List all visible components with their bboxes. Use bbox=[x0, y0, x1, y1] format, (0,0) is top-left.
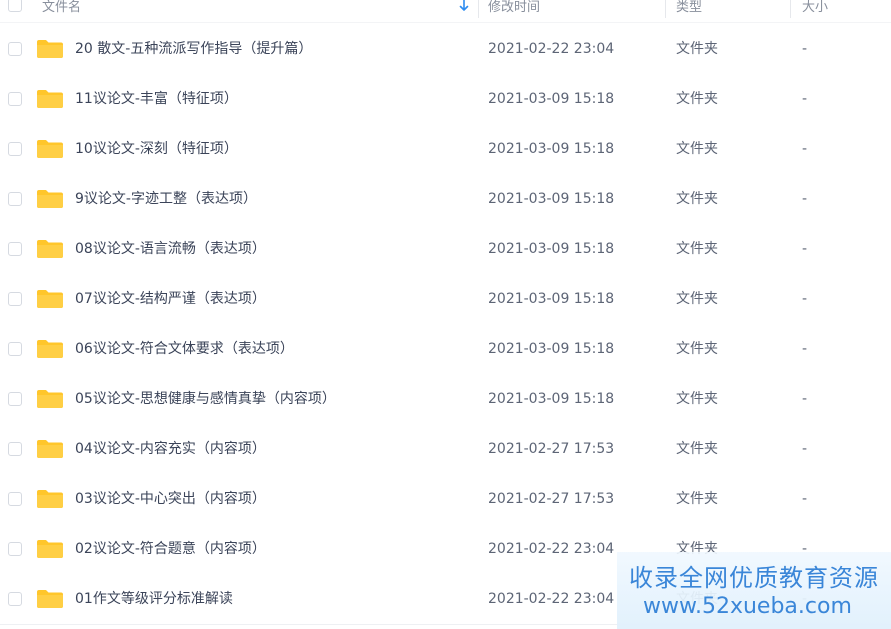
folder-icon bbox=[37, 240, 63, 258]
folder-icon bbox=[37, 140, 63, 158]
file-size: - bbox=[802, 341, 808, 357]
row-checkbox[interactable] bbox=[8, 142, 22, 156]
file-modified-time: 2021-03-09 15:18 bbox=[488, 391, 615, 407]
file-row[interactable]: 20 散文-五种流派写作指导（提升篇） 2021-02-22 23:04 文件夹… bbox=[0, 24, 891, 74]
file-modified-time: 2021-03-09 15:18 bbox=[488, 241, 615, 257]
file-type: 文件夹 bbox=[676, 241, 718, 257]
file-name[interactable]: 11议论文-丰富（特征项） bbox=[75, 74, 238, 124]
row-checkbox[interactable] bbox=[8, 292, 22, 306]
folder-icon bbox=[37, 440, 63, 458]
file-size: - bbox=[802, 441, 808, 457]
file-modified-time: 2021-02-27 17:53 bbox=[488, 441, 615, 457]
file-row[interactable]: 11议论文-丰富（特征项） 2021-03-09 15:18 文件夹 - bbox=[0, 74, 891, 124]
file-type: 文件夹 bbox=[676, 141, 718, 157]
sort-down-arrow-icon[interactable] bbox=[459, 0, 469, 22]
file-row[interactable]: 06议论文-符合文体要求（表达项） 2021-03-09 15:18 文件夹 - bbox=[0, 324, 891, 374]
file-type: 文件夹 bbox=[676, 291, 718, 307]
file-row[interactable]: 9议论文-字迹工整（表达项） 2021-03-09 15:18 文件夹 - bbox=[0, 174, 891, 224]
watermark-overlay: 收录全网优质教育资源 www.52xueba.com bbox=[617, 552, 891, 629]
folder-icon bbox=[37, 40, 63, 58]
file-name[interactable]: 06议论文-符合文体要求（表达项） bbox=[75, 324, 294, 374]
file-modified-time: 2021-03-09 15:18 bbox=[488, 91, 615, 107]
file-modified-time: 2021-02-27 17:53 bbox=[488, 491, 615, 507]
column-header-name[interactable]: 文件名 bbox=[42, 0, 81, 22]
file-row[interactable]: 05议论文-思想健康与感情真挚（内容项） 2021-03-09 15:18 文件… bbox=[0, 374, 891, 424]
file-size: - bbox=[802, 241, 808, 257]
folder-icon bbox=[37, 540, 63, 558]
file-size: - bbox=[802, 91, 808, 107]
row-checkbox[interactable] bbox=[8, 542, 22, 556]
file-name[interactable]: 02议论文-符合题意（内容项） bbox=[75, 524, 266, 574]
file-name[interactable]: 9议论文-字迹工整（表达项） bbox=[75, 174, 257, 224]
file-name[interactable]: 20 散文-五种流派写作指导（提升篇） bbox=[75, 24, 312, 74]
file-row[interactable]: 10议论文-深刻（特征项） 2021-03-09 15:18 文件夹 - bbox=[0, 124, 891, 174]
file-type: 文件夹 bbox=[676, 91, 718, 107]
folder-icon bbox=[37, 190, 63, 208]
file-row[interactable]: 03议论文-中心突出（内容项） 2021-02-27 17:53 文件夹 - bbox=[0, 474, 891, 524]
file-size: - bbox=[802, 391, 808, 407]
column-header-time[interactable]: 修改时间 bbox=[488, 0, 540, 22]
folder-icon bbox=[37, 590, 63, 608]
row-checkbox[interactable] bbox=[8, 592, 22, 606]
file-size: - bbox=[802, 191, 808, 207]
row-checkbox[interactable] bbox=[8, 392, 22, 406]
column-header-size[interactable]: 大小 bbox=[802, 0, 828, 22]
file-type: 文件夹 bbox=[676, 441, 718, 457]
file-size: - bbox=[802, 491, 808, 507]
watermark-slogan: 收录全网优质教育资源 bbox=[629, 564, 879, 592]
file-size: - bbox=[802, 141, 808, 157]
file-name[interactable]: 10议论文-深刻（特征项） bbox=[75, 124, 238, 174]
file-modified-time: 2021-02-22 23:04 bbox=[488, 591, 615, 607]
folder-icon bbox=[37, 490, 63, 508]
file-type: 文件夹 bbox=[676, 391, 718, 407]
file-name[interactable]: 04议论文-内容充实（内容项） bbox=[75, 424, 266, 474]
folder-icon bbox=[37, 290, 63, 308]
file-row[interactable]: 07议论文-结构严谨（表达项） 2021-03-09 15:18 文件夹 - bbox=[0, 274, 891, 324]
column-divider[interactable] bbox=[665, 0, 666, 18]
file-modified-time: 2021-03-09 15:18 bbox=[488, 291, 615, 307]
file-type: 文件夹 bbox=[676, 191, 718, 207]
file-size: - bbox=[802, 41, 808, 57]
file-name[interactable]: 03议论文-中心突出（内容项） bbox=[75, 474, 266, 524]
row-checkbox[interactable] bbox=[8, 42, 22, 56]
file-modified-time: 2021-03-09 15:18 bbox=[488, 341, 615, 357]
row-checkbox[interactable] bbox=[8, 492, 22, 506]
file-size: - bbox=[802, 291, 808, 307]
folder-icon bbox=[37, 90, 63, 108]
file-rows: 20 散文-五种流派写作指导（提升篇） 2021-02-22 23:04 文件夹… bbox=[0, 24, 891, 624]
file-type: 文件夹 bbox=[676, 41, 718, 57]
column-divider[interactable] bbox=[478, 0, 479, 18]
folder-icon bbox=[37, 390, 63, 408]
file-row[interactable]: 08议论文-语言流畅（表达项） 2021-03-09 15:18 文件夹 - bbox=[0, 224, 891, 274]
file-row[interactable]: 04议论文-内容充实（内容项） 2021-02-27 17:53 文件夹 - bbox=[0, 424, 891, 474]
file-modified-time: 2021-03-09 15:18 bbox=[488, 141, 615, 157]
file-modified-time: 2021-03-09 15:18 bbox=[488, 191, 615, 207]
column-header-type[interactable]: 类型 bbox=[676, 0, 702, 22]
folder-icon bbox=[37, 340, 63, 358]
watermark-url: www.52xueba.com bbox=[643, 594, 852, 619]
row-checkbox[interactable] bbox=[8, 442, 22, 456]
file-type: 文件夹 bbox=[676, 341, 718, 357]
row-checkbox[interactable] bbox=[8, 192, 22, 206]
file-modified-time: 2021-02-22 23:04 bbox=[488, 41, 615, 57]
file-list: 文件名 修改时间 类型 大小 20 散文-五种流派写作指导（提升篇） 2021-… bbox=[0, 0, 891, 629]
file-list-header: 文件名 修改时间 类型 大小 bbox=[0, 0, 891, 23]
file-name[interactable]: 01作文等级评分标准解读 bbox=[75, 574, 233, 624]
column-divider[interactable] bbox=[790, 0, 791, 18]
row-checkbox[interactable] bbox=[8, 342, 22, 356]
row-checkbox[interactable] bbox=[8, 92, 22, 106]
file-modified-time: 2021-02-22 23:04 bbox=[488, 541, 615, 557]
file-name[interactable]: 05议论文-思想健康与感情真挚（内容项） bbox=[75, 374, 336, 424]
file-name[interactable]: 07议论文-结构严谨（表达项） bbox=[75, 274, 266, 324]
file-name[interactable]: 08议论文-语言流畅（表达项） bbox=[75, 224, 266, 274]
select-all-checkbox-cell[interactable] bbox=[8, 0, 22, 22]
row-checkbox[interactable] bbox=[8, 242, 22, 256]
file-type: 文件夹 bbox=[676, 491, 718, 507]
select-all-checkbox[interactable] bbox=[8, 0, 22, 12]
